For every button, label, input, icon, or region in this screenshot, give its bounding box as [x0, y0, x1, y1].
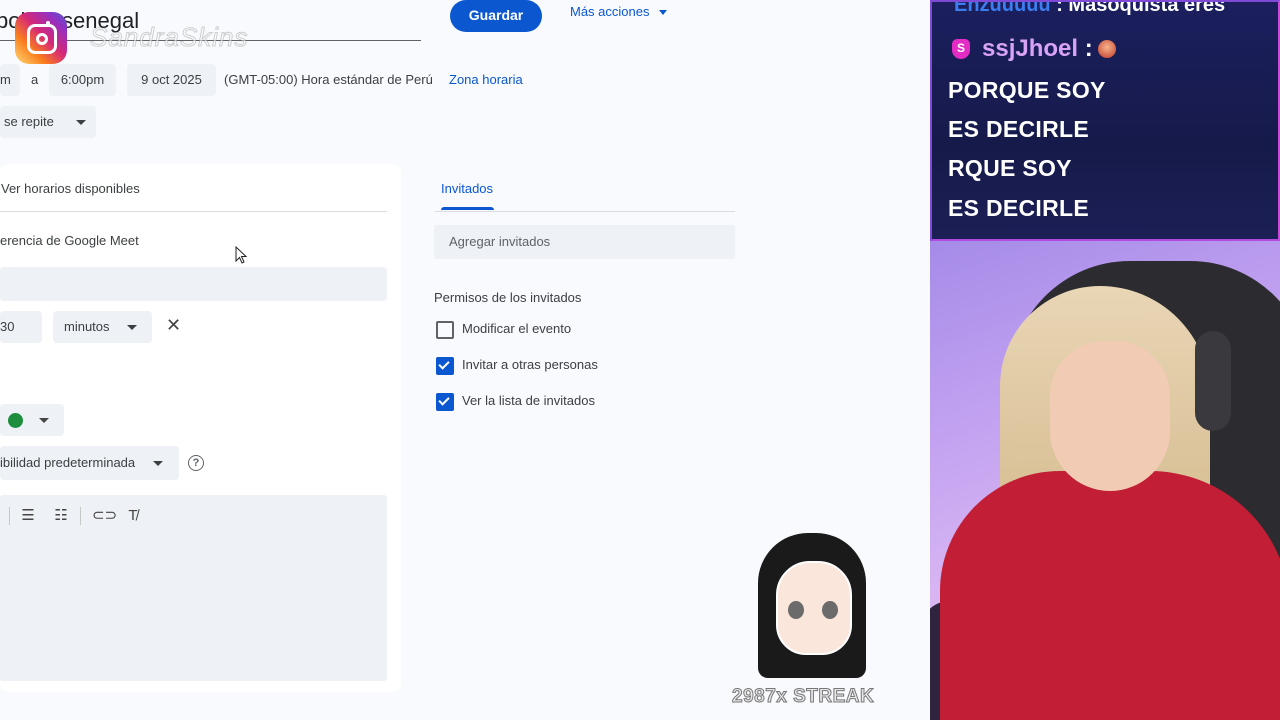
chevron-down-icon	[152, 461, 163, 467]
visibility-dropdown[interactable]: ibilidad predeterminada	[0, 446, 179, 480]
toolbar-divider	[80, 507, 81, 525]
repeat-label: se repite	[4, 114, 54, 129]
webcam-feed	[930, 241, 1280, 720]
help-icon[interactable]: ?	[188, 455, 204, 471]
stream-chat-overlay: Enzuuuuu : Masoquista eres S ssjJhoel : …	[930, 0, 1280, 241]
notification-unit-dropdown[interactable]: minutos	[53, 311, 152, 343]
subscriber-badge-icon: S	[952, 39, 970, 59]
timezone-link[interactable]: Zona horaria	[449, 72, 523, 87]
end-date-field[interactable]: 9 oct 2025	[127, 64, 216, 96]
chat-text: : Masoquista eres	[1056, 0, 1226, 16]
checkbox-label: Invitar a otras personas	[462, 357, 598, 372]
permissions-title: Permisos de los invitados	[434, 290, 582, 305]
remove-formatting-icon[interactable]: T̸	[124, 508, 142, 524]
emote-icon	[1098, 40, 1116, 58]
start-time-field[interactable]: m	[0, 64, 20, 96]
notification-value-input[interactable]: 30	[0, 311, 42, 343]
streak-counter: 2987x STREAK	[731, 686, 875, 708]
more-actions-label: Más acciones	[570, 4, 650, 19]
more-actions-button[interactable]: Más acciones	[570, 4, 668, 19]
to-label: a	[31, 72, 39, 87]
event-color-dropdown[interactable]	[0, 404, 64, 436]
divider	[435, 211, 735, 212]
checkbox-see-guest-list[interactable]	[436, 393, 454, 411]
nun-sticker-image	[740, 533, 885, 681]
chevron-down-icon	[75, 120, 86, 126]
save-button[interactable]: Guardar	[450, 0, 542, 32]
end-time-field[interactable]: 6:00pm	[49, 64, 116, 96]
location-field[interactable]	[0, 267, 387, 301]
chat-text: RQUE SOY	[948, 155, 1072, 181]
streamer-face	[1050, 341, 1170, 491]
google-meet-button[interactable]: erencia de Google Meet	[0, 233, 139, 248]
toolbar-divider	[9, 507, 10, 525]
checkbox-label: Ver la lista de invitados	[462, 393, 595, 408]
divider	[0, 211, 387, 212]
add-guests-input[interactable]: Agregar invitados	[434, 225, 735, 259]
numbered-list-icon[interactable]: ☰	[19, 508, 37, 524]
color-dot-icon	[8, 413, 23, 428]
streamer-hoodie	[940, 471, 1280, 720]
chat-text: ES DECIRLE	[948, 116, 1090, 142]
chat-text: PORQUE SOY	[948, 77, 1106, 103]
tab-indicator	[441, 207, 494, 210]
chat-text: ES DECIRLE	[948, 195, 1090, 221]
bulleted-list-icon[interactable]: ☷	[52, 508, 70, 524]
notification-unit-label: minutos	[64, 319, 110, 334]
instagram-logo-dot	[46, 21, 50, 25]
headset-icon	[1195, 331, 1231, 431]
calendar-event-editor: pol de senegal Guardar Más acciones m a …	[0, 0, 930, 720]
chat-colon: :	[1084, 35, 1093, 62]
chevron-down-icon	[659, 10, 668, 16]
tab-guests[interactable]: Invitados	[441, 181, 493, 196]
instagram-handle: SandraSkins	[89, 22, 249, 53]
chat-username: ssjJhoel	[982, 35, 1079, 62]
chevron-down-icon	[127, 325, 138, 331]
checkbox-invite-others[interactable]	[436, 357, 454, 375]
chevron-down-icon	[39, 418, 49, 423]
availability-link[interactable]: Ver horarios disponibles	[1, 181, 140, 196]
mouse-cursor-icon	[235, 246, 247, 264]
visibility-label: ibilidad predeterminada	[0, 455, 136, 470]
chat-username: Enzuuuuu	[954, 0, 1051, 16]
repeat-dropdown[interactable]: se repite	[0, 106, 96, 138]
chat-message: ssjJhoel :	[982, 35, 1093, 63]
timezone-text: (GMT-05:00) Hora estándar de Perú	[224, 72, 433, 87]
checkbox-label: Modificar el evento	[462, 321, 572, 336]
close-icon[interactable]: ✕	[166, 316, 184, 334]
checkbox-modify-event[interactable]	[436, 321, 454, 339]
chat-message: Enzuuuuu : Masoquista eres	[954, 0, 1226, 17]
instagram-logo-icon	[15, 12, 67, 64]
link-icon[interactable]: ⊂⊃	[92, 508, 117, 524]
